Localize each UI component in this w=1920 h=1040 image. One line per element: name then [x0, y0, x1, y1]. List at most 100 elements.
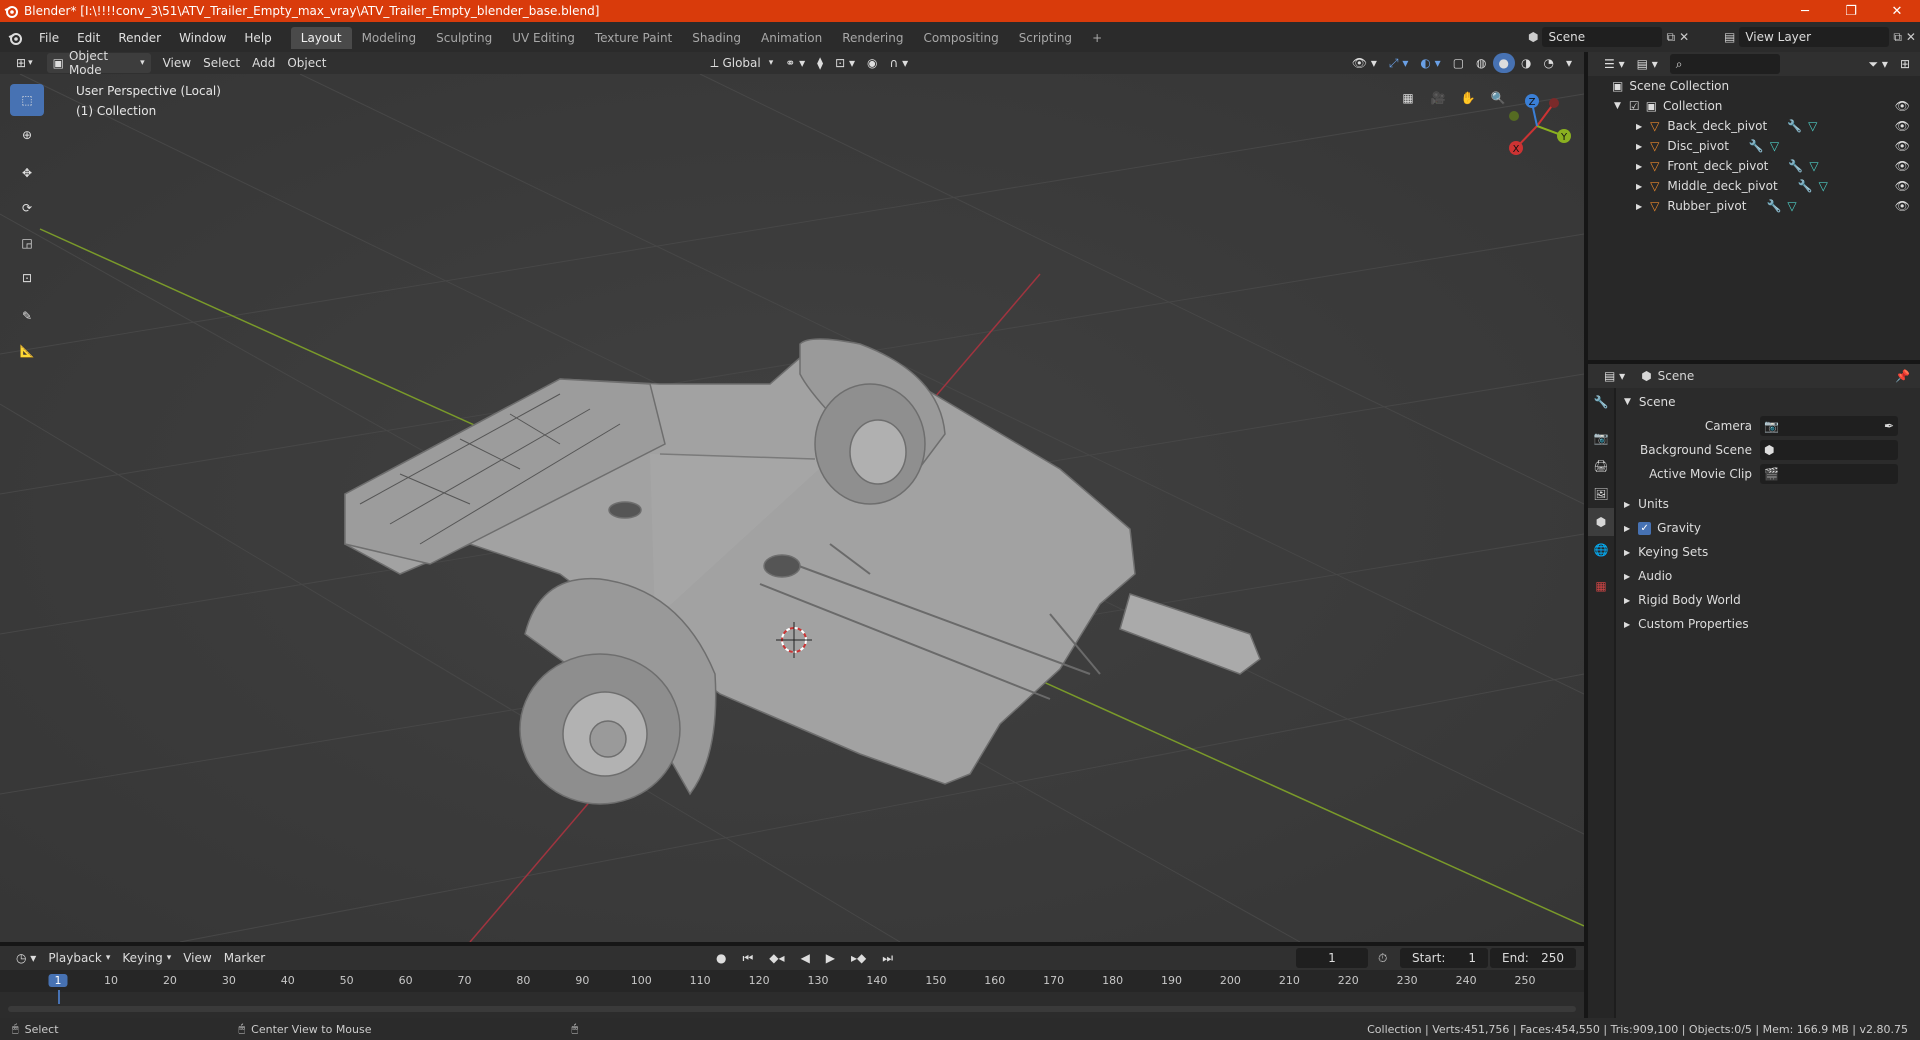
timeline-editor-icon[interactable]: ◷ ▾ [10, 948, 42, 968]
start-frame-field[interactable]: Start: 1 [1400, 948, 1488, 968]
pan-view-icon[interactable]: ✋ [1456, 86, 1480, 110]
jump-keyframe-forward-button[interactable]: ▸◆ [845, 948, 872, 968]
stopwatch-icon[interactable]: ⏱ [1378, 951, 1387, 966]
tab-tool[interactable]: 🔧 [1588, 388, 1614, 416]
navigation-gizmo[interactable]: Z X Y [1502, 90, 1572, 160]
tab-sculpting[interactable]: Sculpting [426, 27, 502, 49]
view-menu[interactable]: View [157, 53, 197, 73]
background-scene-field[interactable]: ⬢ [1760, 440, 1898, 460]
outliner-row-object[interactable]: ▶ ▽ Middle_deck_pivot 🔧 ▽ 👁 [1588, 176, 1920, 196]
active-movie-clip-field[interactable]: 🎬 [1760, 464, 1898, 484]
marker-menu[interactable]: Marker [218, 948, 271, 968]
material-shading-icon[interactable]: ◑ [1515, 53, 1537, 73]
mesh-data-icon[interactable]: ▽ [1808, 119, 1817, 133]
select-box-tool[interactable]: ⬚ [10, 84, 44, 116]
tab-rendering[interactable]: Rendering [832, 27, 913, 49]
tab-layout[interactable]: Layout [290, 27, 352, 49]
eye-icon[interactable]: 👁 [1895, 179, 1910, 193]
rigid-body-world-panel-header[interactable]: ▶ Rigid Body World [1616, 588, 1920, 612]
proportional-edit-icon[interactable]: ◉ [861, 53, 883, 73]
tab-modeling[interactable]: Modeling [352, 27, 427, 49]
current-frame-field[interactable]: 1 [1296, 948, 1368, 968]
close-button[interactable]: ✕ [1874, 0, 1920, 22]
pivot-point-icon[interactable]: ⚭ ▾ [779, 53, 811, 73]
solid-shading-icon[interactable]: ● [1492, 53, 1515, 73]
tab-uv-editing[interactable]: UV Editing [502, 27, 585, 49]
tab-texture-paint[interactable]: Texture Paint [585, 27, 682, 49]
tab-scene[interactable]: ⬢ [1588, 508, 1614, 536]
record-button[interactable]: ● [710, 948, 732, 968]
keying-sets-panel-header[interactable]: ▶ Keying Sets [1616, 540, 1920, 564]
timeline-scrollbar[interactable] [8, 1006, 1576, 1012]
menu-edit[interactable]: Edit [68, 27, 109, 49]
filter-icon[interactable]: ⏷ ▾ [1862, 54, 1893, 74]
tab-shading[interactable]: Shading [682, 27, 751, 49]
keying-menu[interactable]: Keying ▾ [116, 948, 177, 968]
rotate-tool[interactable]: ⟳ [10, 192, 44, 224]
rendered-shading-icon[interactable]: ◔ [1537, 53, 1559, 73]
falloff-icon[interactable]: ∩ ▾ [884, 53, 915, 73]
new-view-layer-icon[interactable]: ⧉ [1893, 30, 1902, 45]
transform-orientation-selector[interactable]: ⟂ Global ▾ [704, 53, 779, 73]
eye-icon[interactable]: 👁 [1895, 99, 1910, 113]
eye-icon[interactable]: 👁 [1895, 119, 1910, 133]
audio-panel-header[interactable]: ▶ Audio [1616, 564, 1920, 588]
units-panel-header[interactable]: ▶ Units [1616, 492, 1920, 516]
tab-animation[interactable]: Animation [751, 27, 832, 49]
jump-end-button[interactable]: ⏭ [876, 948, 899, 968]
eye-icon[interactable]: 👁 [1895, 199, 1910, 213]
menu-help[interactable]: Help [235, 27, 280, 49]
new-collection-icon[interactable]: ⊞ [1894, 54, 1916, 74]
eye-icon[interactable]: 👁 [1895, 139, 1910, 153]
end-frame-field[interactable]: End: 250 [1490, 948, 1576, 968]
timeline-view-menu[interactable]: View [177, 948, 217, 968]
scene-panel-header[interactable]: ▼ Scene [1616, 390, 1920, 414]
outliner-search-input[interactable]: ⌕ [1669, 54, 1780, 74]
pin-icon[interactable]: 📌 [1895, 369, 1910, 383]
transform-tool[interactable]: ⊡ [10, 262, 44, 294]
modifier-icon[interactable]: 🔧 [1787, 119, 1802, 133]
snap-icon[interactable]: ⧫ [811, 53, 829, 73]
expand-arrow-icon[interactable]: ▶ [1636, 142, 1642, 151]
tab-world[interactable]: 🌐 [1588, 536, 1614, 564]
camera-view-icon[interactable]: 🎥 [1426, 86, 1450, 110]
cursor-tool[interactable]: ⊕ [10, 119, 44, 151]
jump-start-button[interactable]: ⏮ [736, 948, 759, 968]
modifier-icon[interactable]: 🔧 [1766, 199, 1781, 213]
expand-arrow-icon[interactable]: ▶ [1624, 500, 1630, 509]
expand-arrow-icon[interactable]: ▶ [1636, 182, 1642, 191]
checkbox-icon[interactable]: ☑ [1629, 99, 1640, 113]
move-tool[interactable]: ✥ [10, 157, 44, 189]
mesh-data-icon[interactable]: ▽ [1819, 179, 1828, 193]
tab-output[interactable]: 🖨 [1588, 452, 1614, 480]
menu-window[interactable]: Window [170, 27, 235, 49]
view-layer-selector[interactable]: View Layer [1739, 27, 1890, 47]
select-menu[interactable]: Select [197, 53, 246, 73]
expand-arrow-icon[interactable]: ▶ [1624, 572, 1630, 581]
tab-texture[interactable]: ▦ [1588, 572, 1614, 600]
modifier-icon[interactable]: 🔧 [1798, 179, 1813, 193]
overlay-toggle-icon[interactable]: ◐ ▾ [1414, 53, 1446, 73]
add-menu[interactable]: Add [246, 53, 281, 73]
gravity-checkbox[interactable]: ✓ [1638, 521, 1652, 535]
mesh-data-icon[interactable]: ▽ [1809, 159, 1818, 173]
expand-arrow-icon[interactable]: ▶ [1624, 596, 1630, 605]
eye-icon[interactable]: 👁 [1895, 159, 1910, 173]
add-workspace-button[interactable]: + [1082, 27, 1104, 49]
modifier-icon[interactable]: 🔧 [1788, 159, 1803, 173]
outliner-row-object[interactable]: ▶ ▽ Back_deck_pivot 🔧 ▽ 👁 [1588, 116, 1920, 136]
play-reverse-button[interactable]: ◀ [795, 948, 816, 968]
play-button[interactable]: ▶ [820, 948, 841, 968]
outliner-editor-icon[interactable]: ☰ ▾ [1598, 54, 1631, 74]
timeline-area[interactable]: 1 10 20 30 40 50 60 70 80 90 100 110 120 130 140 150 160… [0, 970, 1584, 1018]
new-scene-icon[interactable]: ⧉ [1666, 30, 1675, 45]
outliner-row-collection[interactable]: ▼ ☑ ▣ Collection 👁 [1588, 96, 1920, 116]
annotate-tool[interactable]: ✎ [10, 300, 44, 332]
wireframe-shading-icon[interactable]: ◍ [1470, 53, 1492, 73]
expand-arrow-icon[interactable]: ▶ [1636, 122, 1642, 131]
outliner-row-object[interactable]: ▶ ▽ Disc_pivot 🔧 ▽ 👁 [1588, 136, 1920, 156]
mesh-data-icon[interactable]: ▽ [1787, 199, 1796, 213]
menu-file[interactable]: File [30, 27, 68, 49]
outliner-row-scene-collection[interactable]: ▣ Scene Collection [1588, 76, 1920, 96]
scene-selector[interactable]: Scene [1542, 27, 1663, 47]
